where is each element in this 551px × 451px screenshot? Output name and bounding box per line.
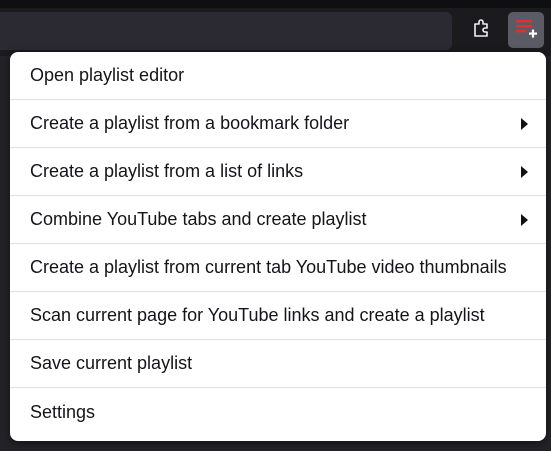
- playlist-extension-button[interactable]: [508, 12, 544, 48]
- playlist-add-icon: [514, 16, 538, 45]
- submenu-arrow-icon: [521, 213, 528, 226]
- menu-item-playlist-from-bookmark-folder[interactable]: Create a playlist from a bookmark folder: [10, 100, 546, 148]
- menu-item-combine-youtube-tabs[interactable]: Combine YouTube tabs and create playlist: [10, 196, 546, 244]
- puzzle-piece-icon: [471, 17, 493, 44]
- tab-strip: [0, 0, 551, 8]
- menu-item-save-current-playlist[interactable]: Save current playlist: [10, 340, 546, 388]
- menu-item-label: Create a playlist from a bookmark folder: [30, 113, 350, 133]
- extensions-button[interactable]: [464, 12, 500, 48]
- menu-item-playlist-from-links[interactable]: Create a playlist from a list of links: [10, 148, 546, 196]
- menu-item-label: Open playlist editor: [30, 65, 185, 85]
- menu-item-open-playlist-editor[interactable]: Open playlist editor: [10, 52, 546, 100]
- submenu-arrow-icon: [521, 117, 528, 130]
- menu-item-label: Create a playlist from a list of links: [30, 161, 304, 181]
- menu-item-scan-page-youtube-links[interactable]: Scan current page for YouTube links and …: [10, 292, 546, 340]
- browser-toolbar: [0, 0, 551, 56]
- menu-item-label: Create a playlist from current tab YouTu…: [30, 257, 507, 277]
- menu-item-settings[interactable]: Settings: [10, 388, 546, 436]
- menu-item-label: Combine YouTube tabs and create playlist: [30, 209, 367, 229]
- menu-item-label: Scan current page for YouTube links and …: [30, 305, 485, 325]
- url-bar[interactable]: [0, 12, 452, 50]
- menu-item-playlist-from-thumbnails[interactable]: Create a playlist from current tab YouTu…: [10, 244, 546, 292]
- menu-item-label: Settings: [30, 401, 96, 422]
- extension-popup-menu: Open playlist editor Create a playlist f…: [10, 52, 546, 441]
- submenu-arrow-icon: [521, 165, 528, 178]
- menu-item-label: Save current playlist: [30, 353, 193, 373]
